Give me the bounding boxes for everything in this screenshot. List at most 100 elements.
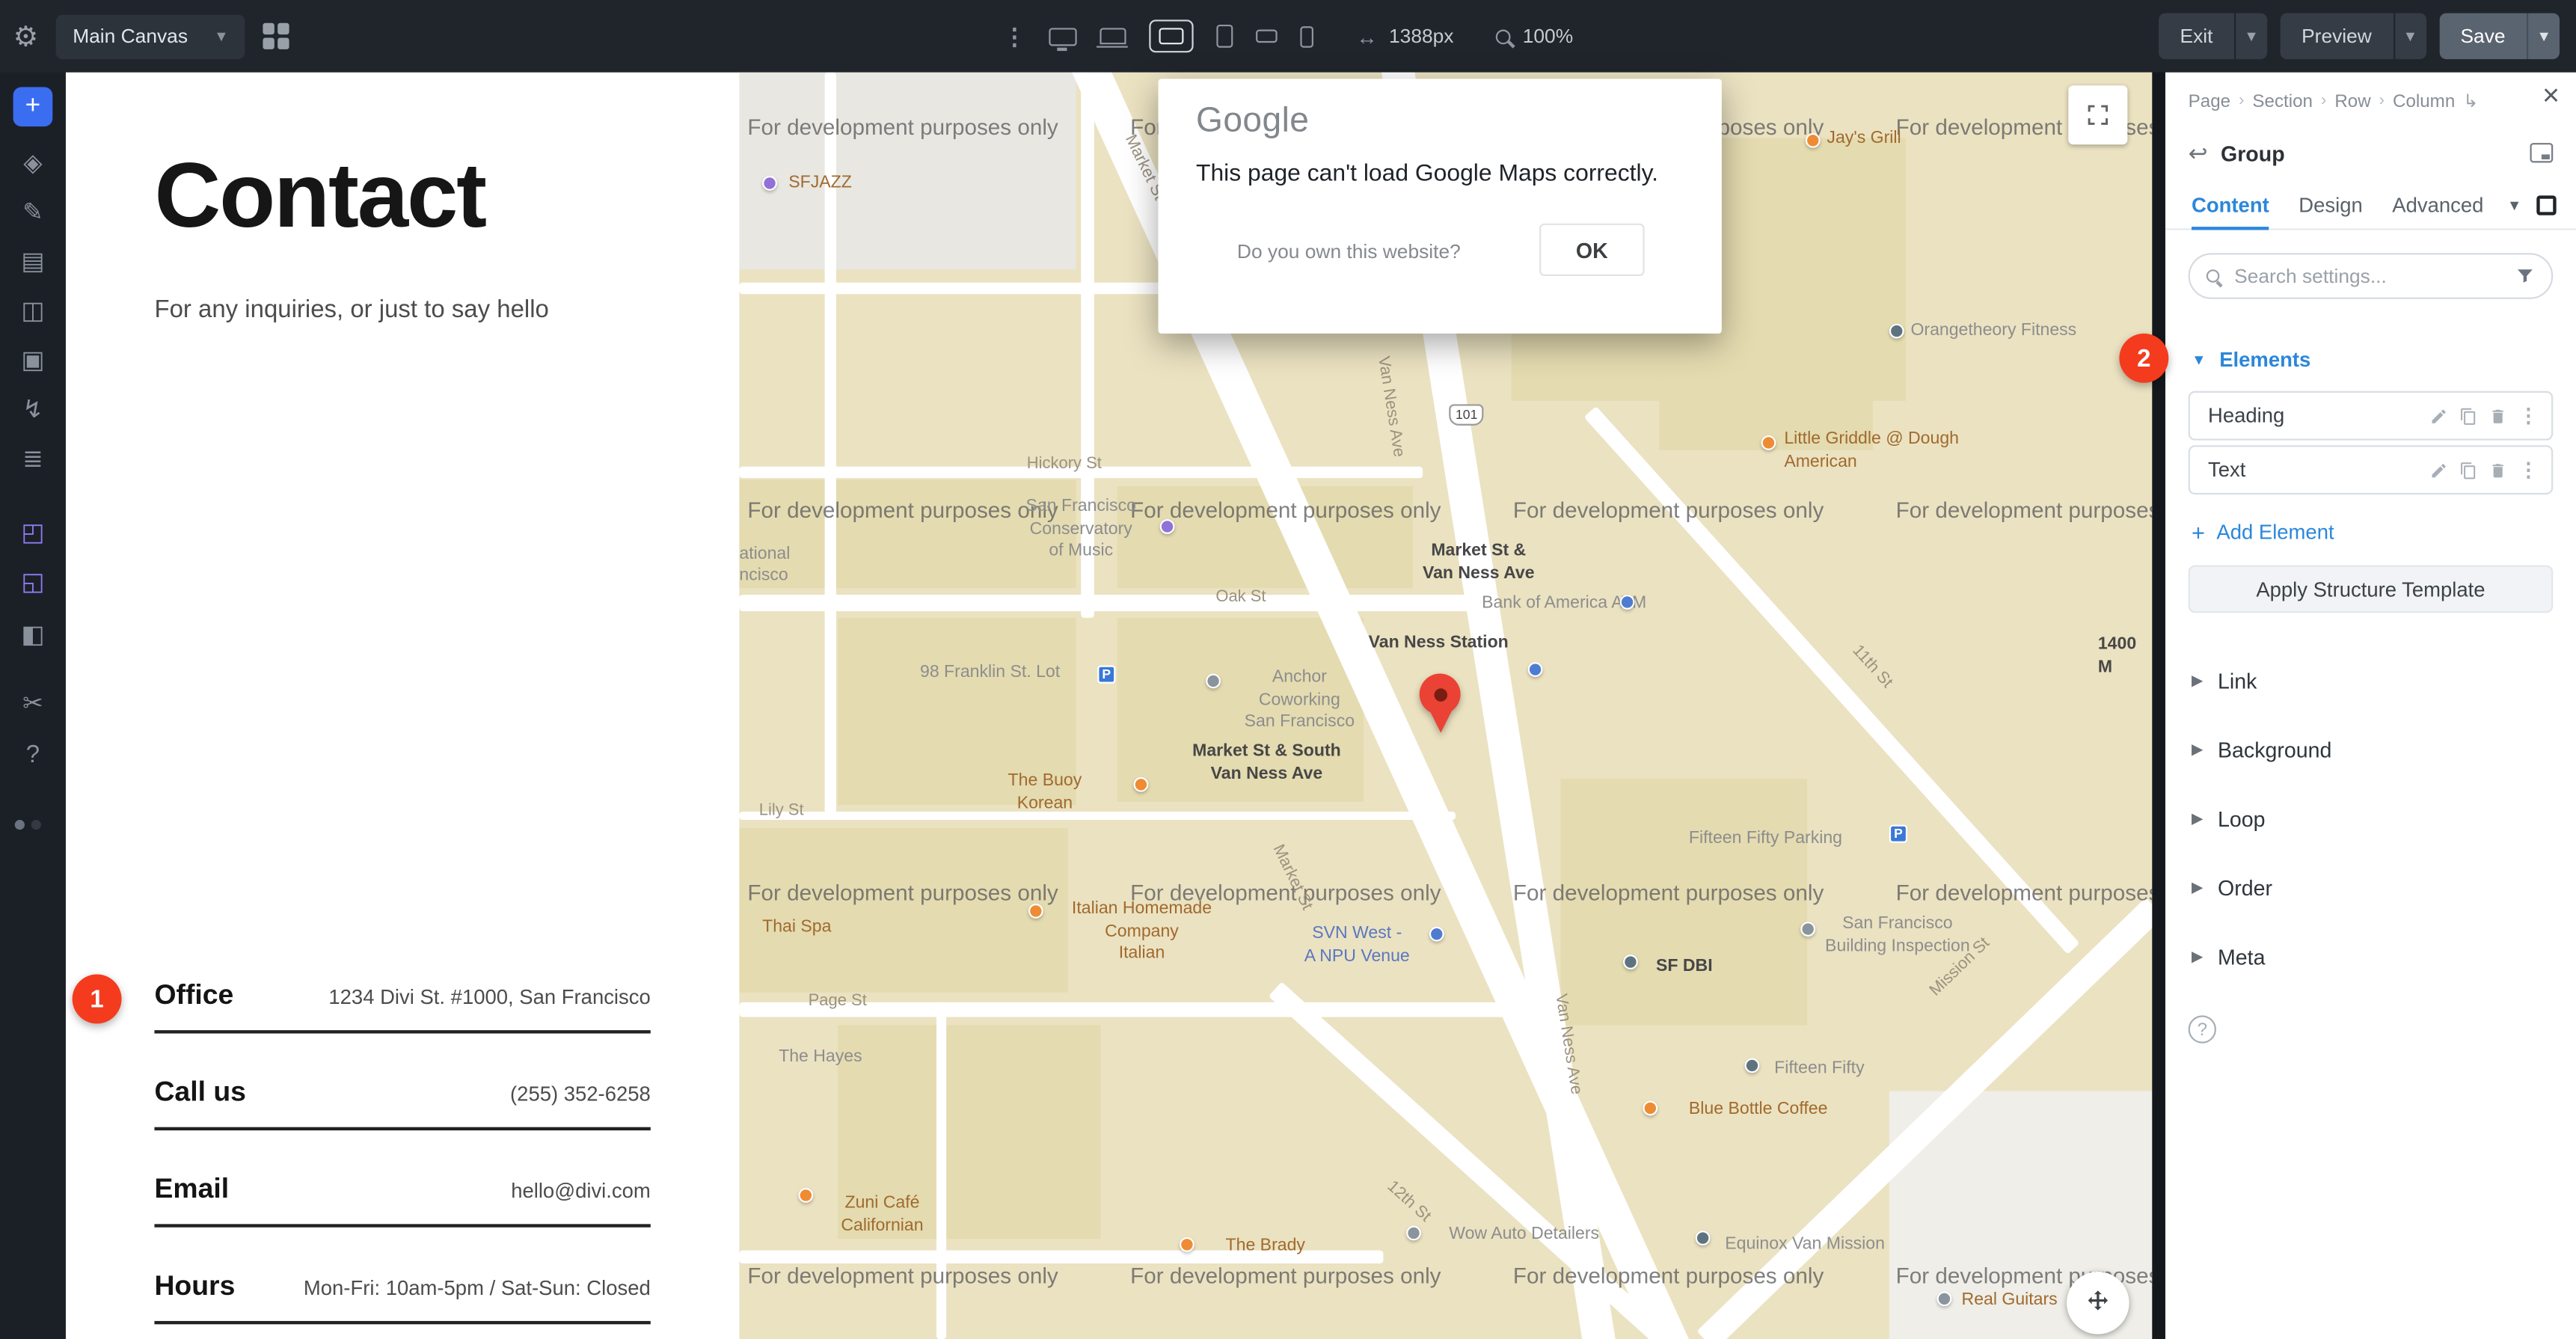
- exit-button[interactable]: Exit: [2159, 13, 2234, 60]
- tab-content[interactable]: Content: [2192, 180, 2269, 230]
- canvas-selector-dropdown[interactable]: Main Canvas ▼: [56, 14, 245, 58]
- phone-landscape-view-icon[interactable]: [1256, 30, 1278, 43]
- zoom-control[interactable]: 100%: [1497, 25, 1574, 48]
- contact-heading[interactable]: Contact: [154, 141, 485, 248]
- tablet-landscape-view-icon[interactable]: [1159, 28, 1183, 44]
- phone-portrait-view-icon[interactable]: [1300, 25, 1313, 47]
- breadcrumb-separator-icon: ›: [2379, 92, 2385, 110]
- grid-view-icon[interactable]: [263, 23, 289, 49]
- settings-search: [2189, 253, 2554, 299]
- contact-row-office[interactable]: Office 1234 Divi St. #1000, San Francisc…: [154, 979, 650, 1033]
- tabs-dropdown-caret[interactable]: ▼: [2507, 196, 2522, 212]
- contact-row-call[interactable]: Call us (255) 352-6258: [154, 1076, 650, 1130]
- preview-button[interactable]: Preview: [2281, 13, 2393, 60]
- desktop-view-icon[interactable]: [1049, 27, 1076, 45]
- tablet-portrait-view-icon[interactable]: [1216, 25, 1233, 48]
- map-label-real-guitars: Real Guitars: [1962, 1290, 2058, 1312]
- section-meta[interactable]: ▶ Meta: [2192, 945, 2265, 969]
- responsive-preview-icon[interactable]: ◱: [21, 570, 44, 595]
- settings-tabs: Content Design Advanced ▼: [2165, 181, 2576, 230]
- theme-toggle-dots[interactable]: [15, 820, 41, 830]
- popout-icon[interactable]: [2530, 143, 2554, 162]
- map-label-sfjazz: SFJAZZ: [788, 173, 852, 195]
- contact-subtitle[interactable]: For any inquiries, or just to say hello: [154, 295, 548, 323]
- add-element-button[interactable]: + Add Element: [2192, 519, 2334, 545]
- preview-dropdown-caret[interactable]: ▼: [2393, 13, 2426, 60]
- breadcrumb-page[interactable]: Page: [2189, 91, 2230, 111]
- layers-icon[interactable]: ◈: [23, 151, 42, 176]
- trash-icon[interactable]: [2489, 461, 2507, 479]
- lightning-icon[interactable]: ↯: [22, 398, 43, 423]
- preview-button-group: Preview ▼: [2281, 13, 2426, 60]
- section-loop[interactable]: ▶ Loop: [2192, 806, 2265, 831]
- element-item-text[interactable]: Text ⋮: [2189, 445, 2554, 494]
- contact-row-value: Mon-Fri: 10am-5pm / Sat-Sun: Closed: [304, 1277, 651, 1300]
- view-mode-square-icon[interactable]: [2536, 194, 2556, 214]
- more-options-icon[interactable]: ⋮: [2518, 459, 2538, 482]
- contact-row-hours[interactable]: Hours Mon-Fri: 10am-5pm / Sat-Sun: Close…: [154, 1270, 650, 1324]
- breadcrumb-separator-icon: ›: [2239, 92, 2244, 110]
- tab-advanced[interactable]: Advanced: [2392, 180, 2483, 230]
- settings-gear-icon[interactable]: ⚙: [13, 22, 38, 50]
- add-module-button[interactable]: +: [13, 87, 53, 126]
- tab-design[interactable]: Design: [2299, 180, 2362, 230]
- section-loop-label: Loop: [2218, 806, 2266, 831]
- settings-panel: Page › Section › Row › Column ↳ × ↩ Grou…: [2165, 73, 2576, 1339]
- poi-icon-bofa-atm: [1620, 595, 1635, 610]
- map-watermark: For development purposes only: [1896, 498, 2153, 523]
- trash-icon[interactable]: [2489, 407, 2507, 425]
- help-circle-icon[interactable]: ?: [2189, 1015, 2216, 1043]
- map-fullscreen-button[interactable]: [2068, 85, 2127, 144]
- panel-resize-divider[interactable]: [2152, 73, 2165, 1339]
- section-order[interactable]: ▶ Order: [2192, 876, 2272, 901]
- section-link[interactable]: ▶ Link: [2192, 669, 2257, 693]
- apply-structure-template-button[interactable]: Apply Structure Template: [2189, 566, 2554, 613]
- elements-section-header[interactable]: ▼ Elements: [2192, 349, 2310, 372]
- exit-dropdown-caret[interactable]: ▼: [2234, 13, 2267, 60]
- filter-icon[interactable]: [2515, 266, 2535, 286]
- element-item-heading[interactable]: Heading ⋮: [2189, 391, 2554, 441]
- parking-icon-franklin-lot: P: [1097, 666, 1115, 684]
- close-icon[interactable]: ×: [2542, 79, 2560, 113]
- laptop-view-icon[interactable]: [1100, 28, 1126, 44]
- section-order-label: Order: [2218, 876, 2272, 901]
- duplicate-icon[interactable]: [2459, 461, 2477, 479]
- dialog-ok-button[interactable]: OK: [1539, 224, 1645, 276]
- map-label-cut-national: ational: [739, 544, 790, 566]
- pen-icon[interactable]: ✎: [22, 200, 43, 225]
- search-settings-input[interactable]: [2231, 263, 2504, 289]
- save-button[interactable]: Save: [2439, 13, 2527, 60]
- canvas-width-control[interactable]: ↔ 1388px: [1356, 24, 1453, 49]
- copy-pages-icon[interactable]: ▣: [21, 349, 44, 373]
- dialog-owner-link[interactable]: Do you own this website?: [1237, 240, 1461, 263]
- more-options-icon[interactable]: ⋮: [2518, 404, 2538, 427]
- scissors-icon[interactable]: ✂: [22, 692, 43, 717]
- element-item-actions: ⋮: [2430, 459, 2539, 482]
- layout-columns-icon[interactable]: ◫: [21, 299, 44, 324]
- modules-stack-icon[interactable]: ▤: [21, 250, 44, 275]
- breadcrumb-section[interactable]: Section: [2252, 91, 2313, 111]
- edit-pencil-icon[interactable]: [2430, 461, 2448, 479]
- overflow-menu-icon[interactable]: ⋮: [1003, 22, 1026, 50]
- save-dropdown-caret[interactable]: ▼: [2527, 13, 2560, 60]
- breadcrumb-row[interactable]: Row: [2334, 91, 2370, 111]
- sections-icon[interactable]: ◧: [21, 622, 44, 647]
- contact-row-email[interactable]: Email hello@divi.com: [154, 1173, 650, 1227]
- list-rows-icon[interactable]: ≣: [22, 447, 43, 471]
- breadcrumb-column[interactable]: Column: [2393, 91, 2455, 111]
- section-background[interactable]: ▶ Background: [2192, 738, 2331, 762]
- back-arrow-icon[interactable]: ↩: [2189, 139, 2208, 167]
- help-icon[interactable]: ?: [26, 743, 40, 767]
- toolbar-center: ⋮ ↔ 1388px 100%: [1003, 0, 1573, 73]
- edit-pencil-icon[interactable]: [2430, 407, 2448, 425]
- top-toolbar: ⚙ Main Canvas ▼ ⋮ ↔ 1388px 100%: [0, 0, 2576, 73]
- duplicate-icon[interactable]: [2459, 407, 2477, 425]
- responsive-edit-icon[interactable]: ◰: [21, 521, 44, 545]
- map-move-button[interactable]: [2067, 1272, 2129, 1334]
- exit-button-group: Exit ▼: [2159, 13, 2267, 60]
- map-label-thai-spa: Thai Spa: [762, 917, 831, 940]
- road-oak-st: [739, 595, 1498, 611]
- map-label-conservatory: San Francisco Conservatory of Music: [1015, 496, 1147, 563]
- map-watermark: For development purposes only: [747, 498, 1058, 523]
- map-label-orangetheory: Orangetheory Fitness: [1910, 320, 2076, 343]
